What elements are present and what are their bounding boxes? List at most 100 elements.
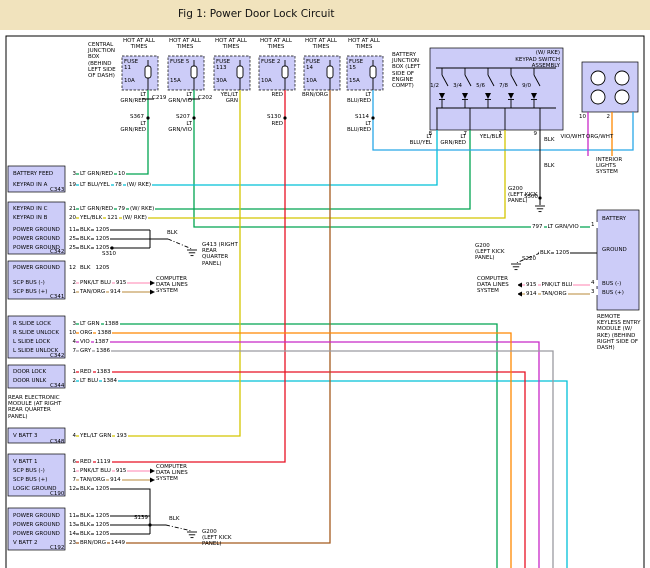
dash-to-g200-m2: [166, 525, 192, 531]
fuse-name: FUSE 15: [349, 59, 369, 71]
wire-color: BLK: [79, 522, 91, 528]
rem-module-caption: REMOTE KEYLESS ENTRY MODULE (W/ RKE) (BE…: [597, 314, 641, 351]
fuse-amp-rating: 15A: [349, 78, 369, 84]
wires-tan: [66, 292, 597, 480]
wire-color: BLK: [79, 265, 91, 271]
wire-color: BLK: [79, 513, 91, 519]
keypad-switch-label: 5/6: [471, 83, 485, 89]
connector-label: C219: [152, 95, 172, 101]
circuit-number: 1205: [94, 227, 110, 233]
wires-gray: [66, 351, 553, 568]
wire-color: RED: [79, 369, 93, 375]
pin-number: 1: [590, 222, 598, 228]
splice-label: S367: [120, 114, 144, 120]
wire-color: LT BLU: [79, 378, 99, 384]
module-row: KEYPAD IN B20YEL/BLK121(W/ RKE): [10, 214, 148, 222]
circuit-number: 914: [109, 477, 122, 483]
pin-number: 11: [66, 227, 76, 233]
splice-s130: [283, 116, 286, 119]
circuit-number: 1205: [94, 522, 110, 528]
splice-s139: [148, 523, 151, 526]
pin-function-label: POWER GROUND: [10, 531, 66, 537]
title-bar: Fig 1: Power Door Lock Circuit: [0, 0, 650, 30]
connector-label: C342: [50, 249, 70, 255]
pin-function-label: POWER GROUND: [10, 522, 66, 528]
module-row: V BATT 16RED1119: [10, 458, 112, 466]
pin-function-label: SCP BUS (-): [10, 280, 66, 286]
module-row: SCP BUS (-)2PNK/LT BLU915: [10, 279, 127, 287]
rem-bus-plus-wire: 914 TAN/ORG: [522, 290, 568, 298]
wire-color-label: BLK: [544, 137, 560, 143]
keypad-wrke-tag: (W/ RKE): [505, 50, 560, 56]
fuse-name: FUSE 2: [261, 59, 281, 65]
wire-color: BLK: [79, 236, 91, 242]
pin-number: 12: [66, 265, 76, 271]
keypad-assembly-label: KEYPAD SWITCH ASSEMBLY: [498, 57, 560, 69]
wiring-diagram-page: Fig 1: Power Door Lock Circuit CENTRAL J…: [0, 0, 650, 568]
wire-color-label: BLK: [544, 163, 560, 169]
module-row: POWER GROUND25BLK1205: [10, 235, 110, 243]
wire-color-label: RED: [255, 121, 283, 127]
wire-color-label: BRN/ORG: [300, 92, 328, 98]
keypad-switch-label: 3/4: [448, 83, 462, 89]
pin-number: 14: [66, 531, 76, 537]
hot-at-all-times-label: HOT AT ALL TIMES: [348, 38, 380, 50]
dash-to-g413: [168, 239, 192, 249]
fuse-name: FUSE 11: [124, 59, 144, 71]
keypad-pin-number: 9: [529, 131, 537, 137]
wire-color: TAN/ORG: [541, 291, 568, 297]
pin-number: 4: [66, 339, 76, 345]
interior-lights-caption: INTERIOR LIGHTS SYSTEM: [596, 157, 638, 176]
pin-function-label: POWER GROUND: [10, 513, 66, 519]
splice-label: S207: [166, 114, 190, 120]
keypad-switch-label: 9/0: [517, 83, 531, 89]
wires-cyan: [66, 130, 567, 568]
circuit-number: 914: [109, 289, 122, 295]
pin-function-label: SCP BUS (+): [10, 477, 66, 483]
circuit-number: 915: [115, 280, 128, 286]
fuse-amp-rating: 30A: [216, 78, 236, 84]
circuit-number: 10: [117, 171, 126, 177]
wire-door-unlock: [66, 381, 567, 568]
circuit-number: 1388: [104, 321, 120, 327]
wire-note: (W/ RKE): [122, 215, 148, 221]
keypad-pin-number: 2: [601, 114, 610, 120]
rear-electronic-module-caption: REAR ELECTRONIC MODULE (AT RIGHT REAR QU…: [8, 395, 68, 420]
wire-color: BLK: [79, 486, 91, 492]
arrow-right-icon: [150, 290, 155, 295]
pin-number: 3: [66, 171, 76, 177]
pin-number: 3: [66, 321, 76, 327]
hot-at-all-times-label: HOT AT ALL TIMES: [215, 38, 247, 50]
connector-label: C190: [50, 491, 70, 497]
circuit-number: 1119: [96, 459, 112, 465]
pin-function-label: R SLIDE LOCK: [10, 321, 66, 327]
splice-s500: [538, 196, 541, 199]
wire-color: YEL/BLK: [79, 215, 103, 221]
figure-title: Fig 1: Power Door Lock Circuit: [178, 8, 335, 20]
wire-note: (W/ RKE): [126, 182, 152, 188]
arrow-right-icon: [150, 478, 155, 483]
pin-function-label: L SLIDE LOCK: [10, 339, 66, 345]
rem-ground-label: GROUND: [602, 247, 636, 253]
wire-color: LT GRN/VIO: [547, 224, 580, 230]
circuit-number: 1205: [94, 513, 110, 519]
circuit-number: 1205: [94, 531, 110, 537]
splice-s207: [192, 116, 195, 119]
circuit-number: 121: [106, 215, 119, 221]
module-row: KEYPAD IN C21LT GRN/RED79(W/ RKE): [10, 205, 155, 213]
computer-data-lines-label: COMPUTER DATA LINES SYSTEM: [156, 276, 196, 295]
pin-function-label: BATTERY FEED: [10, 171, 66, 177]
pin-number: 21: [66, 206, 76, 212]
wires-green: [66, 90, 597, 568]
wire-color-label: RED: [255, 92, 283, 98]
ground-symbol-g413: [187, 250, 197, 256]
wire-color: TAN/ORG: [79, 289, 106, 295]
wire-color: TAN/ORG: [79, 477, 106, 483]
circuit-number: 1449: [110, 540, 126, 546]
wire-color: BLK: [79, 227, 91, 233]
wire-color: BLK: [79, 245, 91, 251]
circuit-number: 78: [114, 182, 123, 188]
wire-color-label: LT BLU/RED: [343, 92, 371, 104]
rem-bus-plus-label: BUS (+): [602, 290, 636, 296]
rem-battery-wire: 797 LT GRN/VIO: [528, 223, 580, 231]
